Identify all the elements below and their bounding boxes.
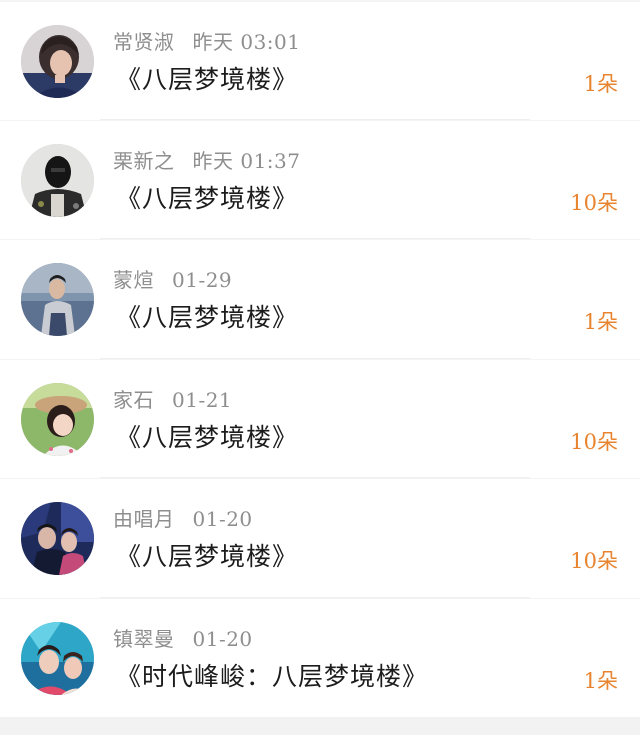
avatar[interactable] xyxy=(21,25,94,98)
book-title[interactable]: 《八层梦境楼》 xyxy=(116,298,298,334)
list-item[interactable]: 由唱月 01-20 《八层梦境楼》 10朵 xyxy=(0,478,640,598)
user-name: 镇翠曼 xyxy=(113,626,175,651)
record-time: 01-20 xyxy=(192,626,253,651)
avatar-couple-night-icon xyxy=(21,502,94,575)
record-time: 昨天 03:01 xyxy=(192,30,301,54)
avatar-girl-short-hair-icon xyxy=(21,25,94,98)
record-meta: 常贤淑 昨天 03:01 xyxy=(113,26,301,55)
record-meta: 蒙煊 01-29 xyxy=(113,264,232,293)
gift-record-list: 常贤淑 昨天 03:01 《八层梦境楼》 1朵 栗新之 昨天 01:37 《八层梦境… xyxy=(0,0,640,717)
book-title[interactable]: 《时代峰峻：八层梦境楼》 xyxy=(116,657,428,693)
user-name: 常贤淑 xyxy=(113,30,175,54)
user-name: 由唱月 xyxy=(113,507,175,531)
record-meta: 家石 01-21 xyxy=(113,384,232,413)
record-meta: 栗新之 昨天 01:37 xyxy=(113,145,301,174)
avatar-child-hat-icon xyxy=(21,382,94,456)
record-meta: 镇翠曼 01-20 xyxy=(113,623,253,652)
avatar[interactable] xyxy=(21,143,94,217)
record-time: 01-21 xyxy=(172,387,233,412)
record-time: 昨天 01:37 xyxy=(192,148,301,173)
record-time: 01-20 xyxy=(192,507,253,531)
gift-count: 1朵 xyxy=(583,668,618,693)
record-time: 01-29 xyxy=(172,268,233,292)
user-name: 家石 xyxy=(113,387,154,412)
list-item[interactable]: 蒙煊 01-29 《八层梦境楼》 1朵 xyxy=(0,239,640,359)
book-title[interactable]: 《八层梦境楼》 xyxy=(116,418,298,454)
bottom-separator xyxy=(0,717,640,735)
user-name: 蒙煊 xyxy=(113,268,154,292)
gift-count: 10朵 xyxy=(570,190,618,215)
list-item[interactable]: 栗新之 昨天 01:37 《八层梦境楼》 10朵 xyxy=(0,119,640,239)
gift-count: 1朵 xyxy=(583,72,618,96)
list-item[interactable]: 镇翠曼 01-20 《时代峰峻：八层梦境楼》 1朵 xyxy=(0,597,640,717)
avatar-girl-colorful-icon xyxy=(21,621,94,695)
book-title[interactable]: 《八层梦境楼》 xyxy=(116,179,298,215)
list-item[interactable]: 常贤淑 昨天 03:01 《八层梦境楼》 1朵 xyxy=(0,0,640,120)
avatar-masked-man-icon xyxy=(21,143,94,217)
list-item[interactable]: 家石 01-21 《八层梦境楼》 10朵 xyxy=(0,358,640,478)
gift-count: 10朵 xyxy=(570,429,618,454)
gift-count: 10朵 xyxy=(570,549,618,573)
avatar[interactable] xyxy=(21,621,94,695)
book-title[interactable]: 《八层梦境楼》 xyxy=(116,60,298,96)
user-name: 栗新之 xyxy=(113,148,175,173)
avatar[interactable] xyxy=(21,263,94,336)
avatar[interactable] xyxy=(21,382,94,456)
book-title[interactable]: 《八层梦境楼》 xyxy=(116,537,298,573)
record-meta: 由唱月 01-20 xyxy=(113,503,253,532)
gift-count: 1朵 xyxy=(583,310,618,334)
avatar[interactable] xyxy=(21,502,94,575)
avatar-man-seaside-icon xyxy=(21,263,94,336)
